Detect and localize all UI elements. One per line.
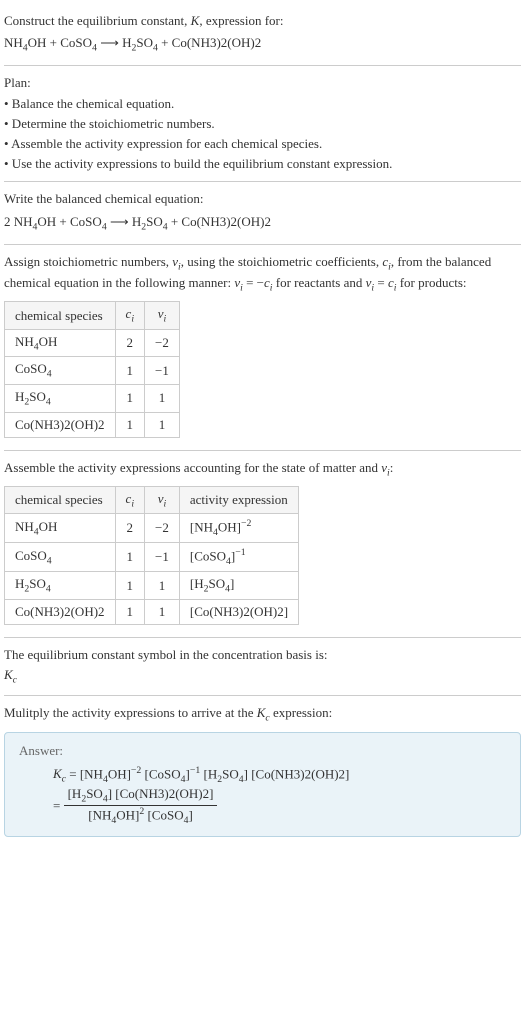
balanced-heading: Write the balanced chemical equation: [4, 190, 521, 208]
cell-v: 1 [145, 412, 180, 437]
table-header-row: chemical species ci νi activity expressi… [5, 486, 299, 514]
intro-equation: NH4OH + CoSO4 ⟶ H2SO4 + Co(NH3)2(OH)2 [4, 34, 521, 55]
plan-item: • Assemble the activity expression for e… [4, 135, 521, 153]
table-row: H2SO4 1 1 [H2SO4] [5, 572, 299, 600]
table-row: NH4OH 2 −2 [5, 329, 180, 357]
stoich-heading: Assign stoichiometric numbers, νi, using… [4, 253, 521, 295]
cell-species: Co(NH3)2(OH)2 [5, 412, 116, 437]
cell-v: −2 [145, 329, 180, 357]
table-row: H2SO4 1 1 [5, 385, 180, 413]
table-row: Co(NH3)2(OH)2 1 1 [Co(NH3)2(OH)2] [5, 599, 299, 624]
fraction-denominator: [NH4OH]2 [CoSO4] [64, 806, 218, 826]
cell-c: 1 [115, 599, 145, 624]
answer-label: Answer: [19, 743, 506, 759]
cell-expr: [NH4OH]−2 [179, 514, 298, 543]
table-header-row: chemical species ci νi [5, 302, 180, 330]
symbol-value: Kc [4, 666, 521, 687]
cell-expr: [H2SO4] [179, 572, 298, 600]
table-row: NH4OH 2 −2 [NH4OH]−2 [5, 514, 299, 543]
plan-item: • Determine the stoichiometric numbers. [4, 115, 521, 133]
answer-line2: = [H2SO4] [Co(NH3)2(OH)2] [NH4OH]2 [CoSO… [53, 786, 506, 826]
cell-species: CoSO4 [5, 357, 116, 385]
balanced-section: Write the balanced chemical equation: 2 … [4, 182, 521, 244]
cell-species: CoSO4 [5, 543, 116, 572]
col-vi: νi [145, 302, 180, 330]
intro-title: Construct the equilibrium constant, K, e… [4, 12, 521, 30]
cell-expr: [CoSO4]−1 [179, 543, 298, 572]
cell-c: 1 [115, 412, 145, 437]
multiply-section: Mulitply the activity expressions to arr… [4, 696, 521, 849]
activity-heading: Assemble the activity expressions accoun… [4, 459, 521, 480]
cell-v: 1 [145, 599, 180, 624]
cell-c: 2 [115, 514, 145, 543]
plan-item: • Use the activity expressions to build … [4, 155, 521, 173]
cell-v: 1 [145, 385, 180, 413]
cell-c: 1 [115, 385, 145, 413]
col-species: chemical species [5, 302, 116, 330]
col-ci: ci [115, 486, 145, 514]
activity-section: Assemble the activity expressions accoun… [4, 451, 521, 638]
cell-species: NH4OH [5, 329, 116, 357]
cell-species: Co(NH3)2(OH)2 [5, 599, 116, 624]
col-expr: activity expression [179, 486, 298, 514]
cell-c: 1 [115, 357, 145, 385]
answer-box: Answer: Kc = [NH4OH]−2 [CoSO4]−1 [H2SO4]… [4, 732, 521, 837]
col-species: chemical species [5, 486, 116, 514]
symbol-section: The equilibrium constant symbol in the c… [4, 638, 521, 696]
cell-species: NH4OH [5, 514, 116, 543]
cell-v: 1 [145, 572, 180, 600]
col-vi: νi [145, 486, 180, 514]
cell-species: H2SO4 [5, 572, 116, 600]
answer-line1: Kc = [NH4OH]−2 [CoSO4]−1 [H2SO4] [Co(NH3… [53, 765, 506, 785]
answer-fraction: [H2SO4] [Co(NH3)2(OH)2] [NH4OH]2 [CoSO4] [64, 786, 218, 826]
table-row: CoSO4 1 −1 [CoSO4]−1 [5, 543, 299, 572]
cell-expr: [Co(NH3)2(OH)2] [179, 599, 298, 624]
symbol-heading: The equilibrium constant symbol in the c… [4, 646, 521, 664]
answer-body: Kc = [NH4OH]−2 [CoSO4]−1 [H2SO4] [Co(NH3… [19, 765, 506, 826]
cell-c: 2 [115, 329, 145, 357]
cell-c: 1 [115, 572, 145, 600]
col-ci: ci [115, 302, 145, 330]
table-row: CoSO4 1 −1 [5, 357, 180, 385]
cell-v: −2 [145, 514, 180, 543]
cell-species: H2SO4 [5, 385, 116, 413]
stoich-table: chemical species ci νi NH4OH 2 −2 CoSO4 … [4, 301, 180, 437]
cell-v: −1 [145, 543, 180, 572]
fraction-numerator: [H2SO4] [Co(NH3)2(OH)2] [64, 786, 218, 806]
multiply-heading: Mulitply the activity expressions to arr… [4, 704, 521, 725]
stoich-section: Assign stoichiometric numbers, νi, using… [4, 245, 521, 451]
plan-item: • Balance the chemical equation. [4, 95, 521, 113]
intro-section: Construct the equilibrium constant, K, e… [4, 4, 521, 66]
table-row: Co(NH3)2(OH)2 1 1 [5, 412, 180, 437]
plan-heading: Plan: [4, 74, 521, 92]
cell-c: 1 [115, 543, 145, 572]
activity-table: chemical species ci νi activity expressi… [4, 486, 299, 625]
plan-section: Plan: • Balance the chemical equation. •… [4, 66, 521, 182]
balanced-equation: 2 NH4OH + CoSO4 ⟶ H2SO4 + Co(NH3)2(OH)2 [4, 213, 521, 234]
cell-v: −1 [145, 357, 180, 385]
